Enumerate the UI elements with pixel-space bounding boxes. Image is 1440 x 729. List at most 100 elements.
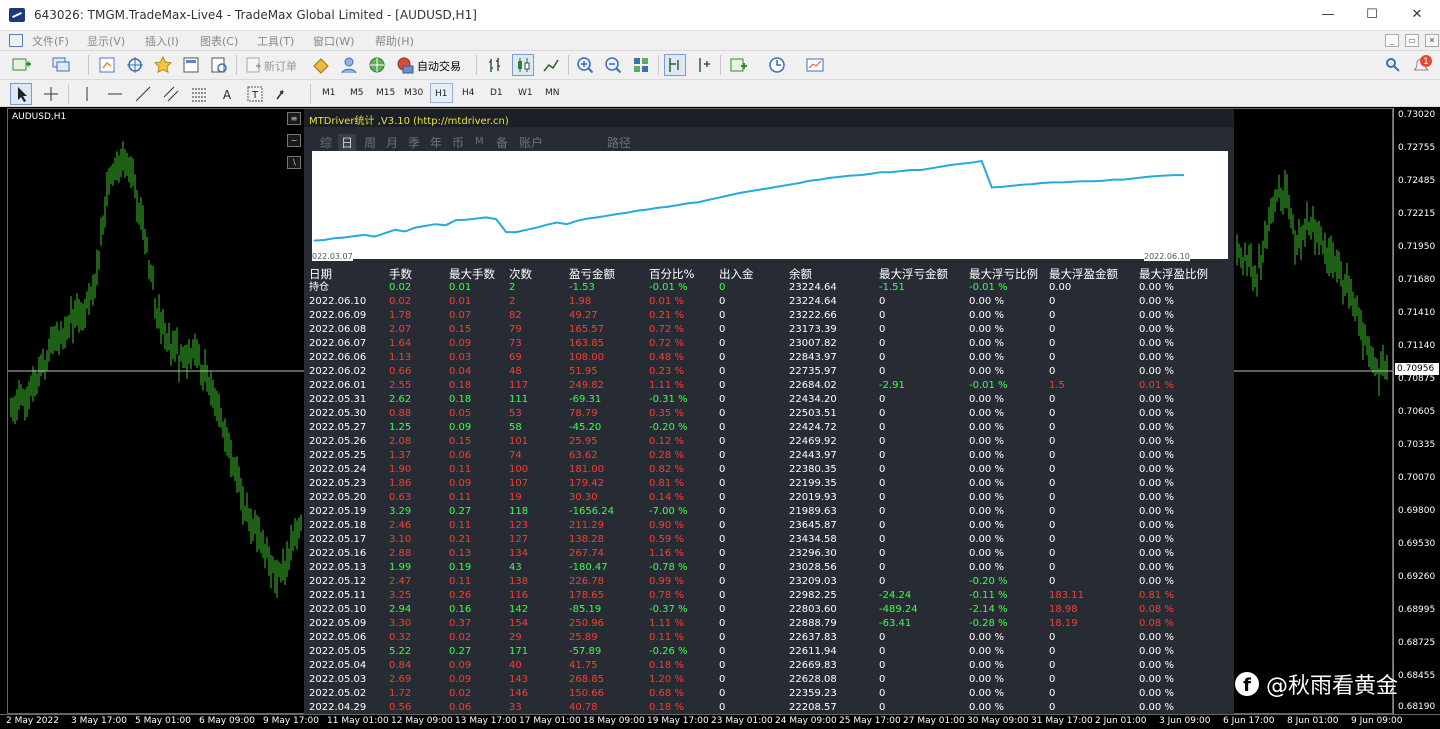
table-cell: 0 <box>1049 688 1056 699</box>
cursor-icon[interactable] <box>10 83 32 105</box>
tab-daily[interactable]: 日 <box>338 134 357 151</box>
maximize-button[interactable]: ☐ <box>1362 6 1382 24</box>
table-cell: -0.26 % <box>649 646 688 657</box>
timeframe-m5[interactable]: M5 <box>346 83 368 103</box>
crosshair-icon[interactable] <box>40 83 62 105</box>
navigator-icon[interactable] <box>152 54 174 76</box>
table-cell: -1.53 <box>569 282 595 293</box>
terminal-icon[interactable] <box>180 54 202 76</box>
table-cell: 33 <box>509 702 522 713</box>
fibonacci-icon[interactable] <box>188 83 210 105</box>
text-label-icon[interactable]: T <box>244 83 266 105</box>
data-window-icon[interactable] <box>124 54 146 76</box>
table-cell: 2022.05.04 <box>309 660 367 671</box>
table-cell: 最大手数 <box>449 267 495 281</box>
mdi-minimize-button[interactable]: _ <box>1385 34 1399 47</box>
tool-icon[interactable]: ∖ <box>287 156 301 169</box>
table-cell: 0.00 % <box>969 660 1004 671</box>
bar-chart-icon[interactable] <box>484 54 506 76</box>
menu-view[interactable]: 显示(V) <box>87 33 125 49</box>
timeframe-mn[interactable]: MN <box>541 83 564 103</box>
chart-shift-icon[interactable] <box>664 54 686 76</box>
table-row: 2022.05.11 3.25 0.26 116 178.65 0.78 % 0 22982.… <box>304 589 1234 603</box>
timeframe-m30[interactable]: M30 <box>400 83 427 103</box>
table-cell: 2022.05.13 <box>309 562 367 573</box>
zoom-in-icon[interactable] <box>574 54 596 76</box>
auto-trading-button[interactable]: 自动交易 <box>417 58 461 74</box>
candlestick-icon[interactable] <box>512 54 534 76</box>
tab-notes[interactable]: 备 <box>496 134 508 151</box>
tab-yearly[interactable]: 年 <box>430 134 442 151</box>
collapse-icon[interactable]: − <box>287 134 301 147</box>
timeframe-h4[interactable]: H4 <box>458 83 479 103</box>
new-order-icon[interactable] <box>242 54 264 76</box>
chart-window-icon[interactable] <box>9 34 23 47</box>
table-cell: 0.00 % <box>969 338 1004 349</box>
indicators-icon[interactable] <box>728 54 750 76</box>
close-button[interactable]: ✕ <box>1407 6 1427 24</box>
new-chart-icon[interactable] <box>10 54 32 76</box>
menu-help[interactable]: 帮助(H) <box>375 33 414 49</box>
table-cell: 1.11 % <box>649 618 684 629</box>
arrows-icon[interactable] <box>272 83 294 105</box>
strategy-tester-icon[interactable] <box>208 54 230 76</box>
tab-quarterly[interactable]: 季 <box>408 134 420 151</box>
tab-weekly[interactable]: 周 <box>364 134 376 151</box>
tab-currency[interactable]: 币 <box>452 134 464 151</box>
tab-summary[interactable]: 综 <box>320 134 332 151</box>
table-row: 2022.05.24 1.90 0.11 100 181.00 0.82 % 0 22380.… <box>304 463 1234 477</box>
menu-charts[interactable]: 图表(C) <box>200 33 238 49</box>
notification-icon[interactable]: 1 <box>1410 54 1432 76</box>
metaeditor-icon[interactable] <box>310 54 332 76</box>
table-cell: 0.06 <box>449 450 472 461</box>
tab-monthly[interactable]: 月 <box>386 134 398 151</box>
new-order-button[interactable]: 新订单 <box>264 58 297 74</box>
table-cell: 79 <box>509 324 522 335</box>
menu-tools[interactable]: 工具(T) <box>257 33 294 49</box>
horizontal-line-icon[interactable] <box>104 83 126 105</box>
table-cell: 0.04 <box>449 366 472 377</box>
vertical-line-icon[interactable] <box>76 83 98 105</box>
text-icon[interactable]: A <box>216 83 238 105</box>
table-cell: -45.20 <box>569 422 602 433</box>
profiles-icon[interactable] <box>50 54 72 76</box>
tab-path[interactable]: 路径 <box>607 134 631 151</box>
table-cell: 0.15 <box>449 324 472 335</box>
periods-icon[interactable] <box>766 54 788 76</box>
menu-icon[interactable]: ≡ <box>287 112 301 125</box>
auto-scroll-icon[interactable] <box>692 54 714 76</box>
table-cell: 2022.05.31 <box>309 394 367 405</box>
table-cell: 0.14 % <box>649 492 684 503</box>
table-cell: -0.01 % <box>969 380 1008 391</box>
market-icon[interactable] <box>366 54 388 76</box>
search-icon[interactable] <box>1382 54 1404 76</box>
table-cell: 2.07 <box>389 324 412 335</box>
trendline-icon[interactable] <box>132 83 154 105</box>
timeframe-m15[interactable]: M15 <box>372 83 399 103</box>
table-cell: 211.29 <box>569 520 604 531</box>
table-cell: 22469.92 <box>789 436 837 447</box>
mdi-restore-button[interactable]: ▭ <box>1405 34 1419 47</box>
timeframe-m1[interactable]: M1 <box>318 83 340 103</box>
tab-magic[interactable]: M <box>475 136 484 147</box>
line-chart-icon[interactable] <box>540 54 562 76</box>
minimize-button[interactable]: — <box>1318 6 1338 24</box>
table-cell: 0 <box>719 702 726 713</box>
auto-trading-icon[interactable] <box>394 54 416 76</box>
table-cell: 0.00 % <box>1139 324 1174 335</box>
table-cell: 138 <box>509 576 529 587</box>
signals-icon[interactable] <box>338 54 360 76</box>
menu-file[interactable]: 文件(F) <box>32 33 69 49</box>
market-watch-icon[interactable] <box>96 54 118 76</box>
tab-account[interactable]: 账户 <box>519 134 543 151</box>
timeframe-d1[interactable]: D1 <box>486 83 507 103</box>
timeframe-w1[interactable]: W1 <box>514 83 537 103</box>
mdi-close-button[interactable]: ✕ <box>1425 34 1439 47</box>
templates-icon[interactable] <box>804 54 826 76</box>
timeframe-h1[interactable]: H1 <box>430 83 453 103</box>
menu-insert[interactable]: 插入(I) <box>145 33 179 49</box>
tile-windows-icon[interactable] <box>630 54 652 76</box>
menu-window[interactable]: 窗口(W) <box>313 33 354 49</box>
equidistant-channel-icon[interactable] <box>160 83 182 105</box>
zoom-out-icon[interactable] <box>602 54 624 76</box>
